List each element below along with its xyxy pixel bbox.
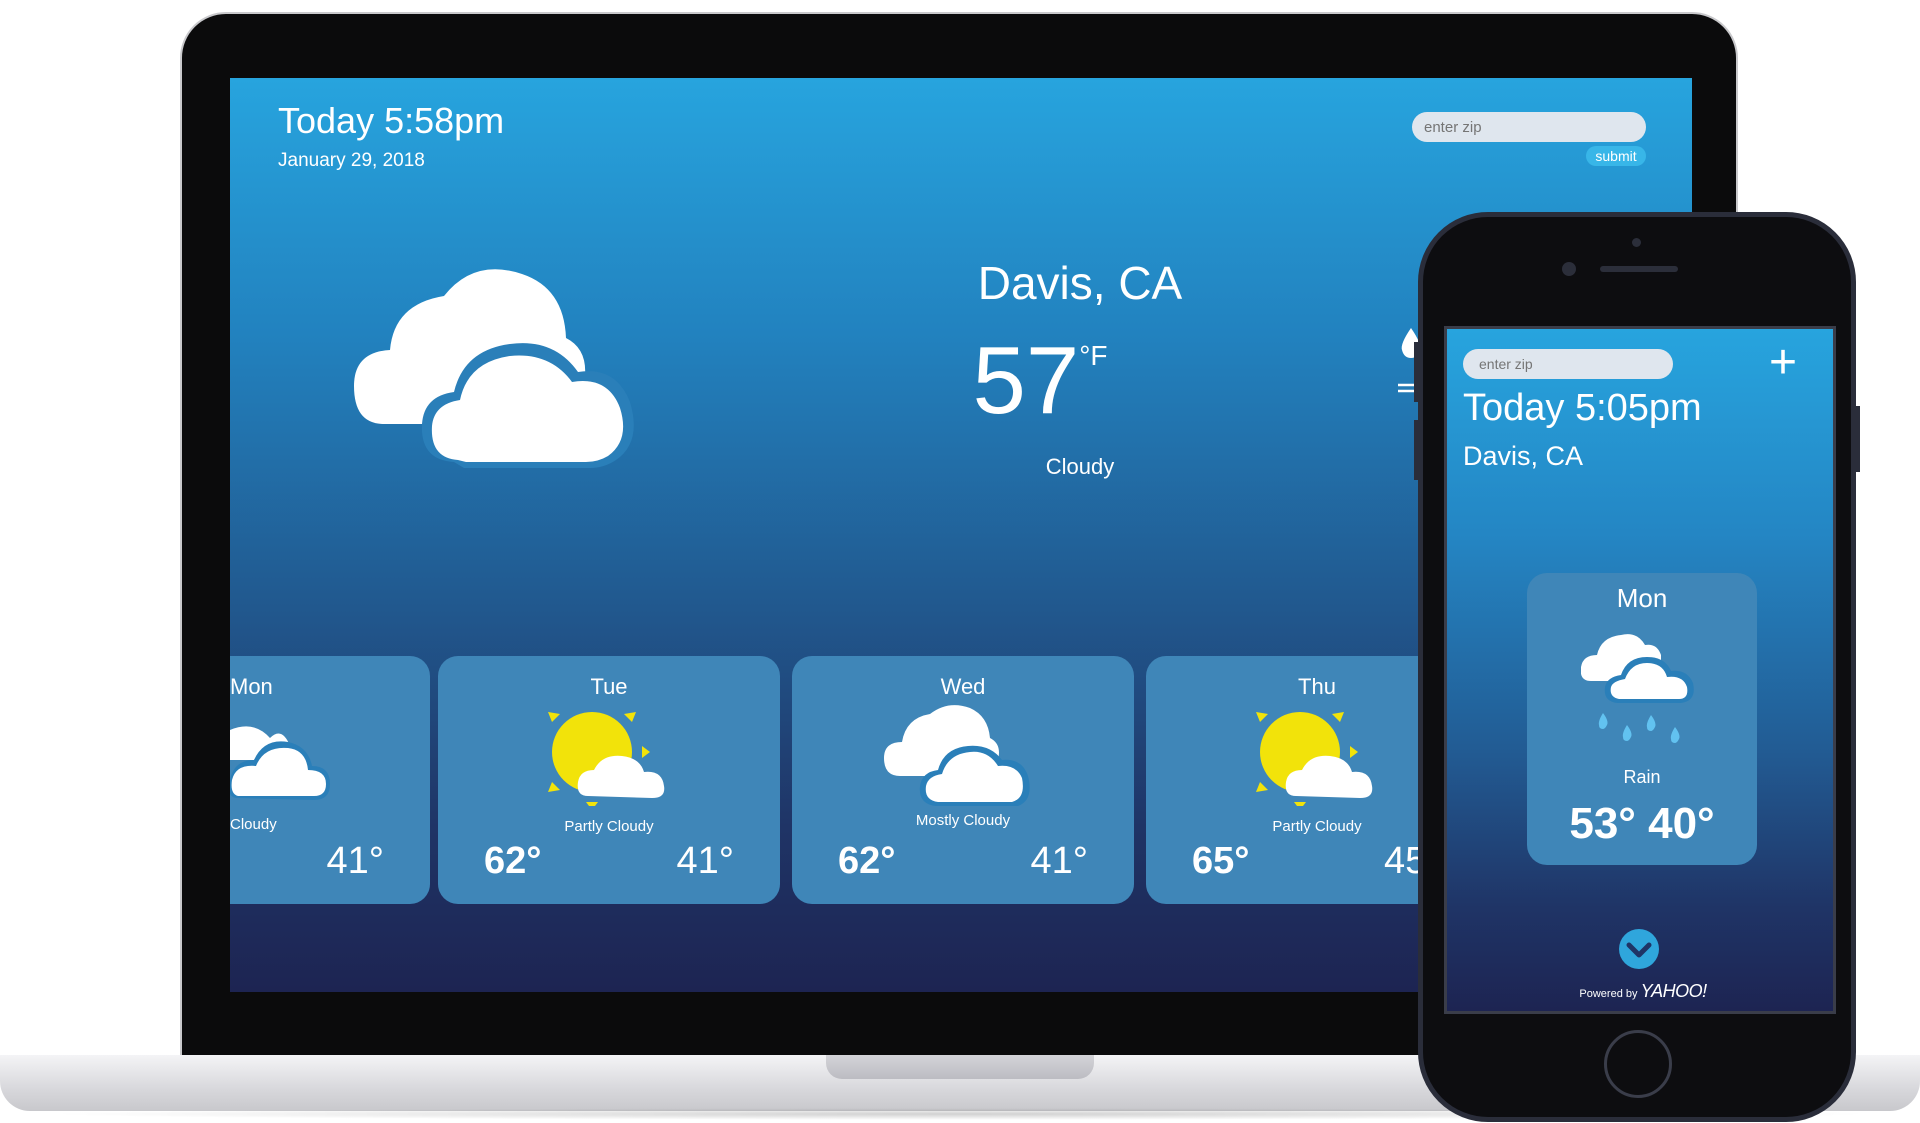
laptop-notch	[826, 1055, 1094, 1079]
powered-by: Powered by YAHOO!	[1447, 981, 1833, 1002]
forecast-high: 62°	[484, 840, 542, 882]
forecast-day: Tue	[590, 674, 628, 699]
phone-speaker	[1600, 266, 1678, 272]
cloudy-icon	[354, 269, 634, 468]
phone-screen: + Today 5:05pm Davis, CA Mon Rain 53° 40…	[1444, 326, 1836, 1014]
phone-home-button[interactable]	[1604, 1030, 1672, 1098]
forecast-card-mon[interactable]: Mon Cloudy 41°	[230, 656, 430, 904]
rain-icon	[1581, 634, 1694, 743]
city-name: Davis, CA	[977, 257, 1183, 309]
phone-zip-input[interactable]	[1463, 349, 1673, 379]
phone-sensor	[1632, 238, 1641, 247]
forecast-high: 62°	[838, 840, 896, 882]
forecast-card-tue[interactable]: Tue Partly Cloudy 62° 41°	[438, 656, 780, 904]
cloudy-icon	[230, 726, 330, 800]
phone-city-name: Davis, CA	[1463, 441, 1584, 471]
forecast-low: 41°	[1030, 840, 1088, 882]
forecast-condition: Partly Cloudy	[564, 818, 654, 835]
current-time: Today 5:58pm	[278, 100, 505, 141]
forecast-day: Mon	[1616, 583, 1668, 613]
forecast-card-wed[interactable]: Wed Mostly Cloudy 62° 41°	[792, 656, 1134, 904]
partly-cloudy-icon	[548, 712, 665, 806]
temperature-value: 57	[972, 327, 1080, 434]
submit-button[interactable]: submit	[1586, 146, 1646, 166]
phone-current-time: Today 5:05pm	[1463, 387, 1702, 429]
forecast-low: 41°	[326, 840, 384, 882]
current-date: January 29, 2018	[278, 150, 425, 171]
forecast-temperatures: 53° 40°	[1569, 799, 1715, 848]
forecast-condition: Rain	[1623, 767, 1661, 787]
chevron-down-glyph	[1626, 942, 1652, 958]
mostly-cloudy-icon	[884, 705, 1030, 806]
temperature-unit: °F	[1079, 340, 1108, 371]
zip-input[interactable]	[1412, 112, 1646, 142]
forecast-day: Wed	[940, 674, 986, 699]
powered-by-text: Powered by	[1579, 988, 1638, 1000]
chevron-down-icon[interactable]	[1619, 929, 1659, 969]
forecast-low: 41°	[676, 840, 734, 882]
phone-forecast-card[interactable]: Mon Rain 53° 40°	[1527, 573, 1757, 865]
current-temperature: 57°F	[910, 326, 1170, 436]
phone-camera	[1562, 262, 1576, 276]
forecast-condition: Mostly Cloudy	[915, 812, 1011, 829]
yahoo-logo: YAHOO!	[1640, 981, 1708, 1001]
forecast-high: 65°	[1192, 840, 1250, 882]
add-location-button[interactable]: +	[1769, 333, 1797, 393]
current-condition: Cloudy	[1045, 454, 1115, 479]
partly-cloudy-icon	[1256, 712, 1373, 806]
